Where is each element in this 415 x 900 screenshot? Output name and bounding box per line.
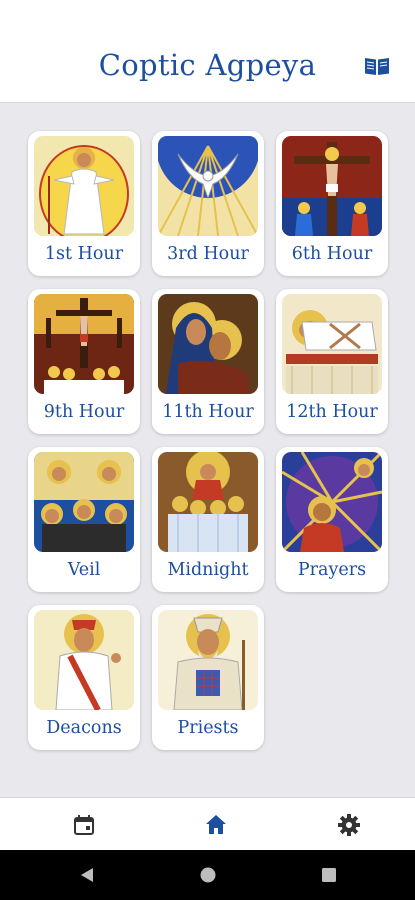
crucifixion-mourners-icon: [34, 294, 134, 394]
page-title: Coptic Agpeya: [98, 48, 317, 82]
calendar-icon[interactable]: [71, 812, 97, 838]
christ-with-angels-icon: [158, 452, 258, 552]
holy-spirit-dove-icon: [158, 136, 258, 236]
hour-card-veil[interactable]: Veil: [28, 447, 140, 592]
hour-label: 12th Hour: [286, 402, 378, 422]
crucifixion-icon: [282, 136, 382, 236]
bottom-navigation: [0, 797, 415, 850]
recents-icon[interactable]: [320, 866, 338, 888]
hour-card-midnight[interactable]: Midnight: [152, 447, 264, 592]
open-book-icon[interactable]: [364, 55, 390, 77]
hour-label: Midnight: [167, 560, 249, 580]
praying-saint-icon: [282, 452, 382, 552]
gear-icon[interactable]: [336, 812, 362, 838]
hour-label: Prayers: [297, 560, 367, 580]
priest-saint-icon: [158, 610, 258, 710]
hour-label: 11th Hour: [162, 402, 254, 422]
hour-label: Deacons: [46, 718, 122, 738]
hour-card-prayers[interactable]: Prayers: [276, 447, 388, 592]
hour-card-3rd[interactable]: 3rd Hour: [152, 131, 264, 276]
home-icon[interactable]: [203, 812, 229, 838]
virgin-mary-lament-icon: [158, 294, 258, 394]
hour-label: 9th Hour: [43, 402, 125, 422]
burial-icon: [282, 294, 382, 394]
hour-card-priests[interactable]: Priests: [152, 605, 264, 750]
home-circle-icon[interactable]: [199, 866, 217, 888]
back-icon[interactable]: [78, 866, 96, 888]
hour-card-6th[interactable]: 6th Hour: [276, 131, 388, 276]
hour-card-9th[interactable]: 9th Hour: [28, 289, 140, 434]
hour-label: 1st Hour: [44, 244, 124, 264]
resurrection-icon: [34, 136, 134, 236]
hour-label: 6th Hour: [291, 244, 373, 264]
monastic-saints-icon: [34, 452, 134, 552]
hour-card-1st[interactable]: 1st Hour: [28, 131, 140, 276]
hour-label: Priests: [177, 718, 239, 738]
app-header: Coptic Agpeya: [0, 0, 415, 103]
deacon-saint-icon: [34, 610, 134, 710]
hour-label: 3rd Hour: [167, 244, 249, 264]
hour-card-11th[interactable]: 11th Hour: [152, 289, 264, 434]
system-navigation-bar: [0, 850, 415, 900]
hour-label: Veil: [67, 560, 101, 580]
hour-card-deacons[interactable]: Deacons: [28, 605, 140, 750]
hour-card-12th[interactable]: 12th Hour: [276, 289, 388, 434]
